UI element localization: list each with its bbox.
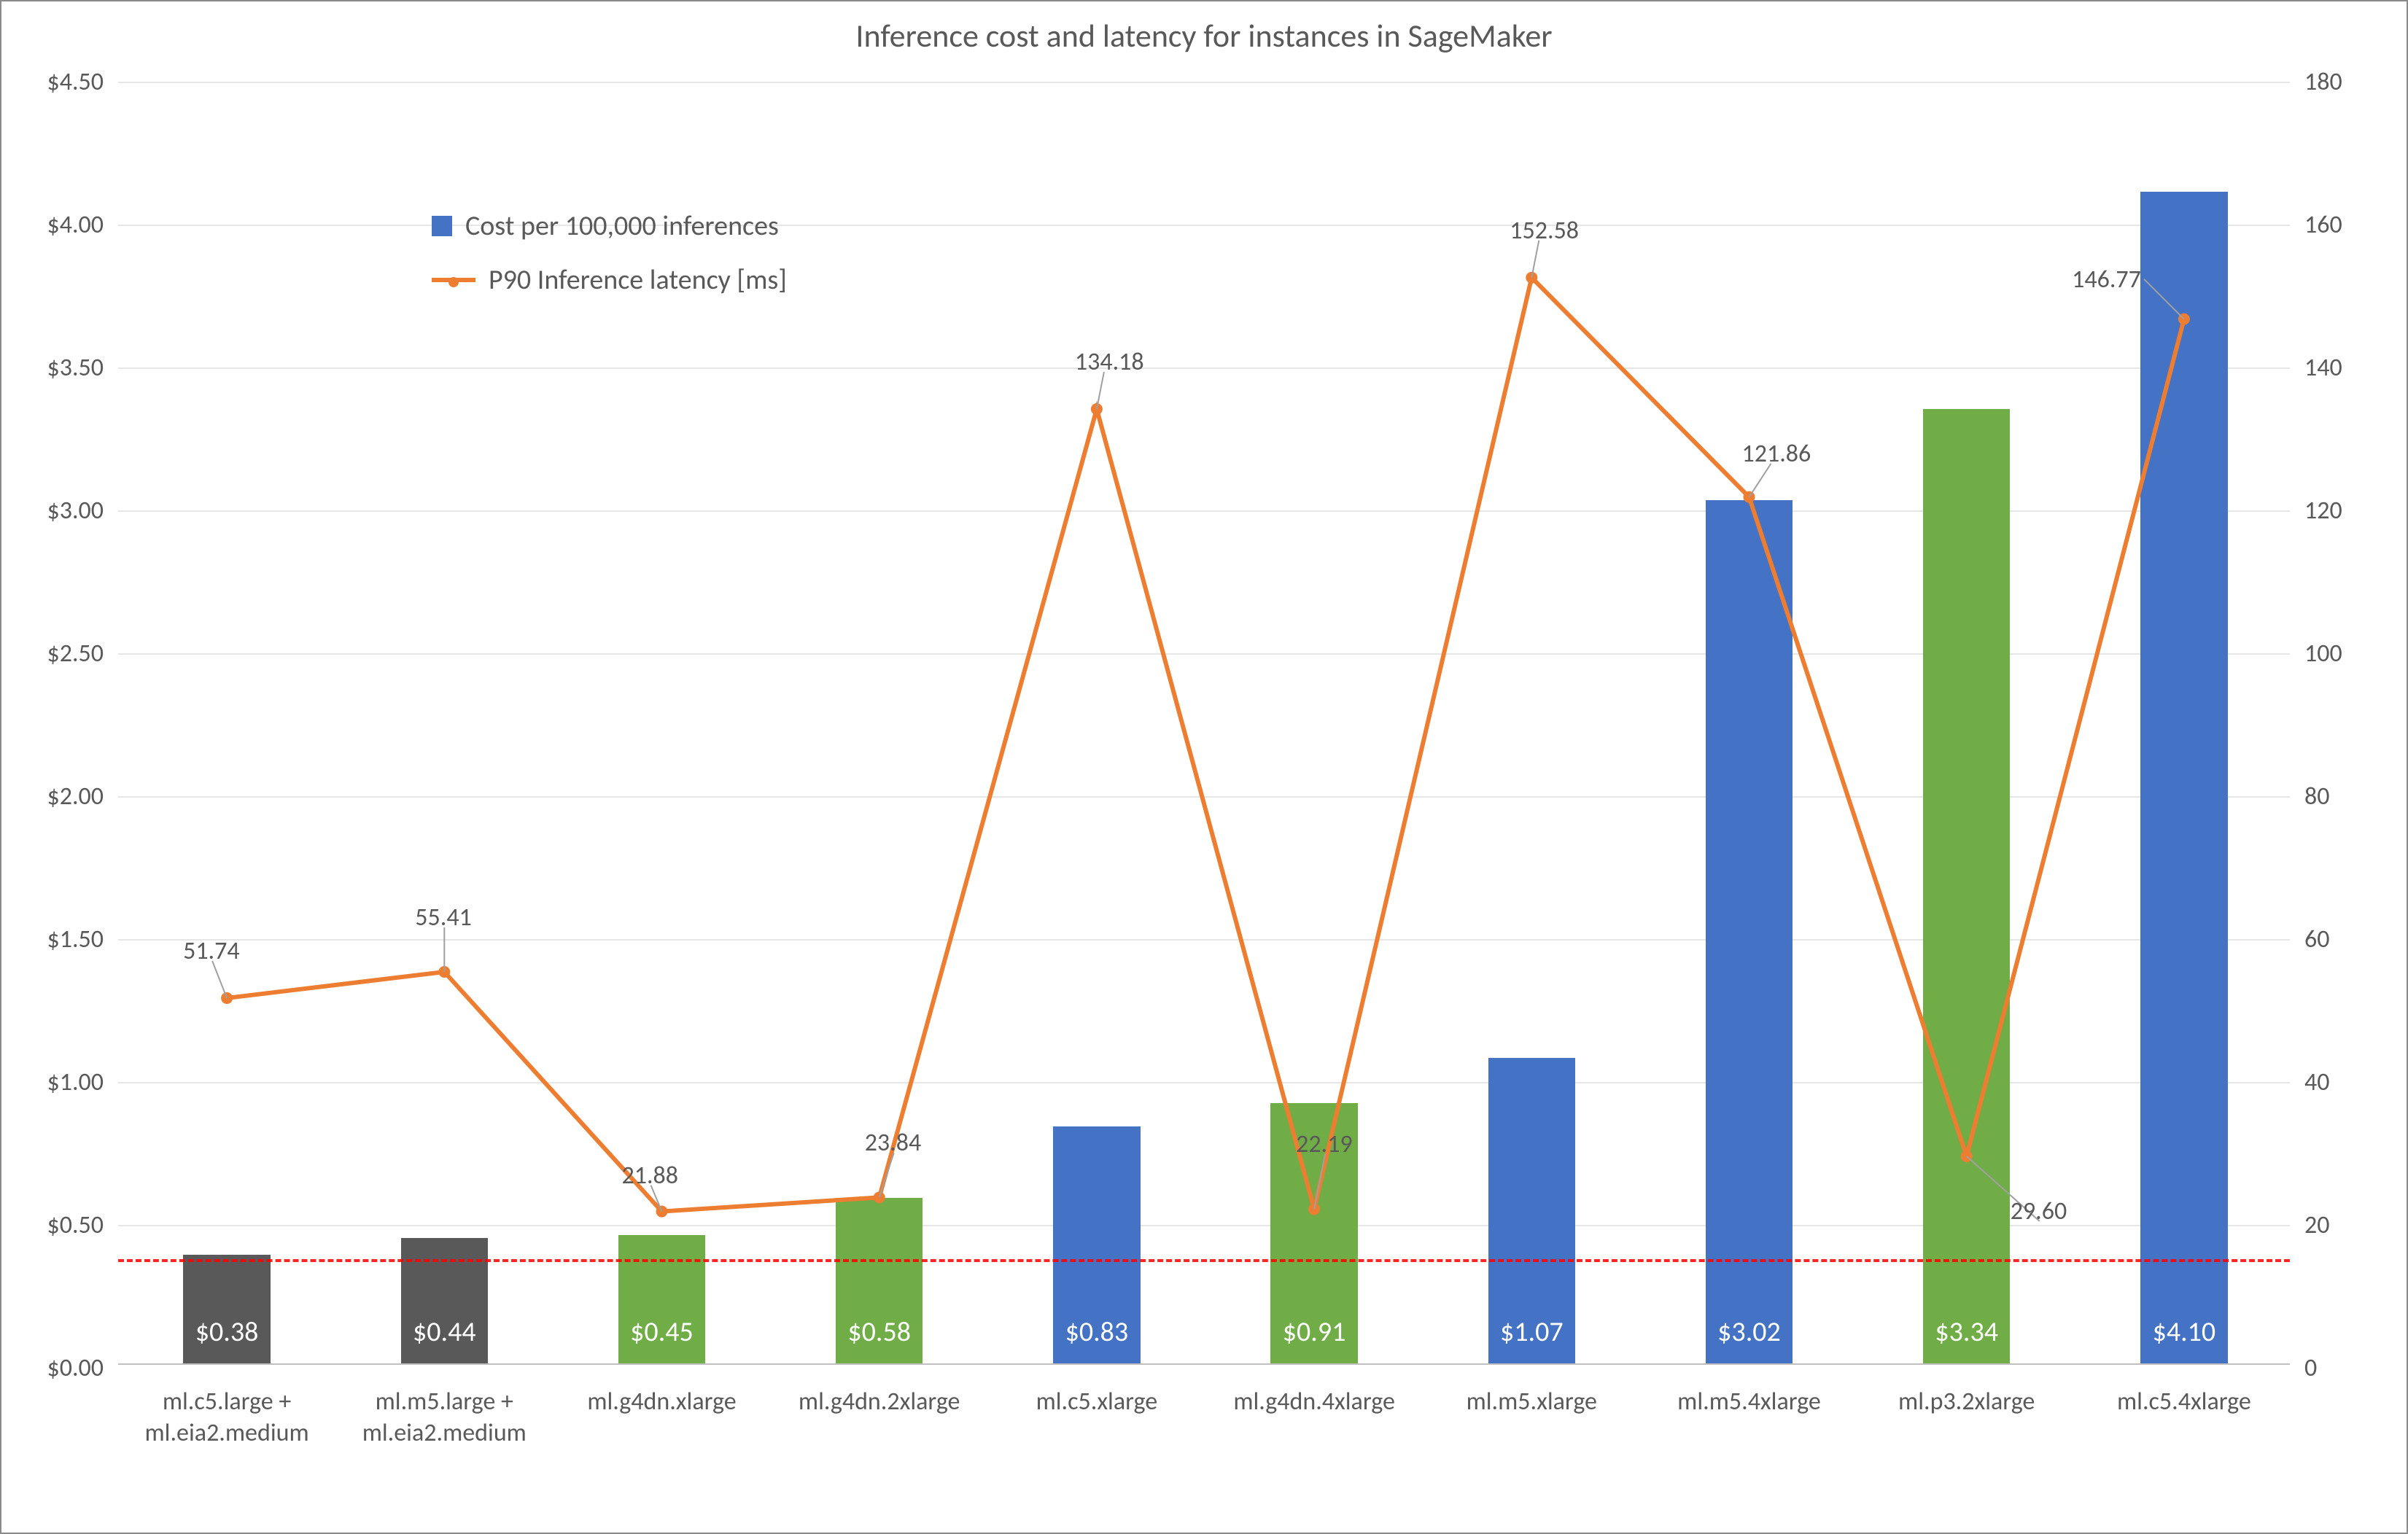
y-left-tick: $1.50 [16,924,104,954]
legend-swatch-line-icon [432,278,475,282]
y-right-tick: 0 [2304,1353,2377,1383]
y-left-tick: $4.00 [16,210,104,240]
legend-item-latency: P90 Inference latency [ms] [432,263,787,297]
y-right-tick: 140 [2304,353,2377,383]
y-right-tick: 180 [2304,67,2377,97]
line-value-label: 134.18 [1075,347,1144,377]
x-category-label: ml.m5.xlarge [1423,1387,1640,1418]
y-left-tick: $4.50 [16,67,104,97]
y-left-tick: $3.50 [16,353,104,383]
x-category-label: ml.g4dn.xlarge [553,1387,770,1418]
x-category-label: ml.g4dn.4xlarge [1205,1387,1423,1418]
y-left-tick: $1.00 [16,1067,104,1097]
legend-label: Cost per 100,000 inferences [465,209,779,243]
y-left-tick: $0.50 [16,1210,104,1240]
y-left-tick: $3.00 [16,496,104,526]
line-value-label: 29.60 [2011,1196,2067,1226]
line-value-label: 121.86 [1742,439,1811,469]
line-value-label: 152.58 [1510,216,1579,246]
line-value-label: 23.84 [865,1128,922,1158]
chart-frame: Inference cost and latency for instances… [0,0,2408,1534]
y-right-tick: 20 [2304,1210,2377,1240]
y-right-tick: 80 [2304,782,2377,811]
y-left-tick: $2.00 [16,782,104,811]
x-axis-labels: ml.c5.large +ml.eia2.mediumml.m5.large +… [118,1372,2290,1533]
x-category-label: ml.p3.2xlarge [1858,1387,2075,1418]
x-category-label: ml.g4dn.2xlarge [771,1387,988,1418]
x-category-label: ml.m5.large +ml.eia2.medium [335,1387,553,1449]
line-value-label: 22.19 [1296,1129,1353,1159]
plot-area: $0.38$0.44$0.45$0.58$0.83$0.91$1.07$3.02… [118,82,2290,1365]
y-right-tick: 40 [2304,1067,2377,1097]
line-value-label: 21.88 [622,1161,679,1191]
y-right-tick: 100 [2304,639,2377,669]
y-right-tick: 60 [2304,924,2377,954]
legend-item-cost: Cost per 100,000 inferences [432,209,787,243]
x-category-label: ml.c5.large +ml.eia2.medium [118,1387,335,1449]
y-right-tick: 120 [2304,496,2377,526]
x-category-label: ml.c5.4xlarge [2075,1387,2293,1418]
legend-label: P90 Inference latency [ms] [489,263,787,297]
legend: Cost per 100,000 inferences P90 Inference… [432,209,787,317]
chart-title: Inference cost and latency for instances… [1,16,2407,55]
legend-swatch-bar-icon [432,216,452,236]
y-left-tick: $0.00 [16,1353,104,1383]
y-right-tick: 160 [2304,210,2377,240]
x-category-label: ml.c5.xlarge [988,1387,1205,1418]
line-value-label: 55.41 [415,903,472,933]
line-value-label: 51.74 [183,936,240,966]
y-left-tick: $2.50 [16,639,104,669]
line-value-label: 146.77 [2072,265,2141,295]
x-category-label: ml.m5.4xlarge [1640,1387,1857,1418]
